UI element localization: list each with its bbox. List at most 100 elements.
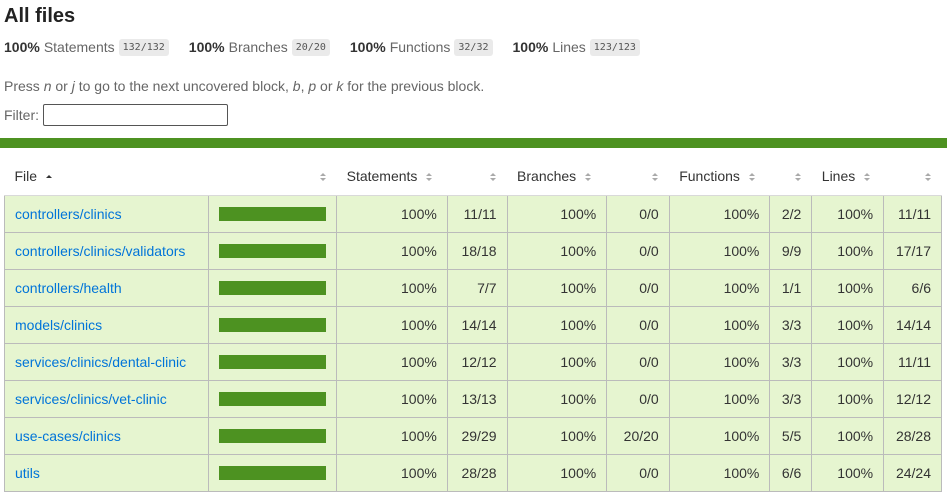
file-cell: services/clinics/dental-clinic (3, 342, 210, 381)
header-statements-frac[interactable] (447, 157, 508, 196)
functions-fraction: 3/3 (769, 379, 813, 418)
filter-label: Filter: (4, 107, 39, 123)
file-cell: utils (3, 453, 210, 492)
header-file[interactable]: File (4, 157, 209, 196)
functions-fraction: 3/3 (769, 305, 813, 344)
coverage-bar-cell (208, 305, 338, 344)
hint-text: for the previous block. (343, 78, 485, 94)
header-label: Lines (821, 167, 856, 184)
file-link[interactable]: controllers/clinics/validators (15, 243, 185, 259)
functions-fraction: 3/3 (769, 342, 813, 381)
statements-pct: 100% (336, 416, 448, 455)
functions-fraction: 9/9 (769, 231, 813, 270)
branches-fraction: 20/20 (606, 416, 670, 455)
coverage-bar-cell (208, 231, 338, 270)
coverage-bar-fill (219, 317, 327, 332)
hint-text: or (316, 78, 337, 94)
filter-input[interactable] (43, 104, 228, 126)
summary-label: Branches (228, 39, 288, 55)
lines-fraction: 14/14 (883, 305, 942, 344)
table-row: utils 100% 28/28 100% 0/0 100% 6/6 100% 24/24 (3, 453, 942, 492)
header-branches[interactable]: Branches (507, 157, 607, 196)
lines-fraction: 11/11 (883, 342, 942, 381)
functions-fraction: 1/1 (769, 268, 813, 307)
coverage-bar (219, 206, 327, 221)
summary-functions: 100% Functions 32/32 (349, 38, 493, 56)
sort-icon (490, 173, 497, 182)
table-row: models/clinics 100% 14/14 100% 0/0 100% 3/3 100… (3, 305, 942, 344)
file-link[interactable]: utils (15, 465, 40, 481)
file-cell: controllers/health (3, 268, 210, 307)
coverage-bar (219, 428, 327, 443)
hint-key: b (292, 78, 301, 94)
header-branches-frac[interactable] (606, 157, 670, 196)
lines-pct: 100% (811, 416, 885, 455)
coverage-bar (219, 354, 327, 369)
coverage-bar-fill (219, 465, 327, 480)
statements-pct: 100% (336, 453, 448, 492)
summary-pct: 100% (512, 39, 549, 55)
branches-fraction: 0/0 (606, 268, 670, 307)
hint-key: p (308, 78, 317, 94)
lines-fraction: 11/11 (883, 194, 942, 233)
lines-fraction: 24/24 (883, 453, 942, 492)
lines-pct: 100% (811, 453, 885, 492)
coverage-bar (219, 243, 327, 258)
statements-fraction: 12/12 (446, 342, 508, 381)
branches-pct: 100% (506, 379, 608, 418)
file-link[interactable]: models/clinics (15, 317, 102, 333)
header-file-bar[interactable] (208, 157, 337, 196)
table-row: services/clinics/dental-clinic 100% 12/12 1… (3, 342, 942, 381)
branches-fraction: 0/0 (606, 379, 670, 418)
file-link[interactable]: controllers/health (15, 280, 122, 296)
coverage-table: File Statements Branches Functions Lines… (3, 157, 942, 492)
summary-lines: 100% Lines 123/123 (512, 38, 640, 56)
branches-pct: 100% (506, 305, 608, 344)
sort-icon (794, 173, 801, 182)
functions-pct: 100% (668, 416, 771, 455)
header-functions[interactable]: Functions (669, 157, 770, 196)
coverage-bar-cell (208, 194, 338, 233)
statements-fraction: 28/28 (446, 453, 508, 492)
coverage-bar-cell (208, 453, 338, 492)
header-lines[interactable]: Lines (811, 157, 884, 196)
header-statements[interactable]: Statements (336, 157, 448, 196)
summary-fraction: 20/20 (291, 38, 330, 56)
coverage-bar (219, 317, 327, 332)
file-link[interactable]: services/clinics/vet-clinic (15, 391, 167, 407)
coverage-bar-cell (208, 268, 338, 307)
statements-fraction: 13/13 (446, 379, 508, 418)
file-link[interactable]: services/clinics/dental-clinic (15, 354, 186, 370)
file-cell: controllers/clinics (3, 194, 210, 233)
functions-pct: 100% (668, 379, 771, 418)
sort-icon (864, 173, 871, 182)
hint-text: or (51, 78, 72, 94)
summary-branches: 100% Branches 20/20 (189, 38, 330, 56)
coverage-report: All files 100% Statements 132/132 100% B… (0, 0, 947, 126)
lines-pct: 100% (811, 379, 885, 418)
file-link[interactable]: controllers/clinics (15, 206, 122, 222)
functions-pct: 100% (668, 453, 771, 492)
functions-fraction: 2/2 (769, 194, 813, 233)
coverage-bar-cell (208, 342, 338, 381)
coverage-bar-fill (219, 243, 327, 258)
summary-fraction: 123/123 (589, 38, 640, 56)
statements-pct: 100% (336, 342, 448, 381)
summary-pct: 100% (349, 39, 386, 55)
header-label: Branches (517, 167, 577, 184)
summary-label: Statements (43, 39, 115, 55)
header-lines-frac[interactable] (883, 157, 942, 196)
coverage-bar-fill (219, 206, 327, 221)
statements-fraction: 14/14 (446, 305, 508, 344)
header-label: Statements (346, 167, 418, 184)
file-cell: services/clinics/vet-clinic (3, 379, 210, 418)
statements-pct: 100% (336, 194, 448, 233)
file-link[interactable]: use-cases/clinics (15, 428, 121, 444)
sort-asc-icon (45, 175, 52, 179)
lines-fraction: 17/17 (883, 231, 942, 270)
header-functions-frac[interactable] (769, 157, 812, 196)
statements-fraction: 7/7 (446, 268, 508, 307)
summary-fraction: 132/132 (118, 38, 169, 56)
coverage-bar (219, 280, 327, 295)
sort-icon (319, 173, 326, 182)
